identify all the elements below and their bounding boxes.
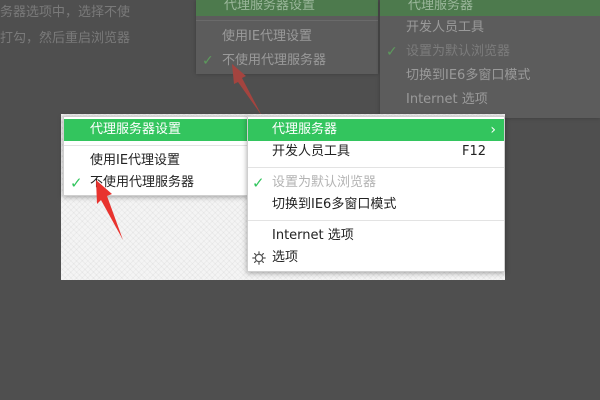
background-menu-item-ie6-mode: 切换到IE6多窗口模式 [380, 64, 600, 88]
menu-item-label: 开发人员工具 [272, 144, 351, 159]
menu-item-label: 代理服务器 [272, 122, 338, 137]
check-icon: ✓ [386, 44, 398, 60]
shortcut-label: F12 [461, 144, 486, 159]
check-icon: ✓ [202, 53, 214, 69]
background-menu-item-label: Internet 选项 [406, 92, 488, 107]
background-submenu-item-label: 使用IE代理设置 [222, 29, 313, 44]
chevron-right-icon: › [490, 122, 496, 138]
background-context-menu: 代理服务器 开发人员工具 ✓ 设置为默认浏览器 切换到IE6多窗口模式 Inte… [380, 0, 600, 118]
menu-item-label: Internet 选项 [272, 228, 354, 243]
menu-item-label: 选项 [272, 250, 299, 265]
menu-item-proxy-server[interactable]: 代理服务器 › [248, 119, 504, 141]
check-icon: ✓ [70, 174, 83, 192]
submenu-item-use-ie-proxy[interactable]: 使用IE代理设置 [64, 150, 248, 172]
menu-item-ie6-multiwindow[interactable]: 切换到IE6多窗口模式 [248, 194, 504, 216]
submenu-header[interactable]: 代理服务器设置 [64, 119, 248, 141]
background-menu-item-set-default: ✓ 设置为默认浏览器 [380, 40, 600, 64]
gear-icon [252, 251, 266, 265]
annotation-arrow-icon [96, 180, 123, 240]
background-menu-item-label: 切换到IE6多窗口模式 [406, 68, 531, 83]
proxy-submenu: 代理服务器设置 使用IE代理设置 ✓ 不使用代理服务器 [63, 116, 249, 196]
menu-item-dev-tools[interactable]: 开发人员工具 F12 [248, 141, 504, 163]
menu-item-label: 设置为默认浏览器 [272, 175, 377, 190]
background-text-line1: 务器选项中，选择不使 [0, 5, 131, 20]
background-menu-item-dev-tools: 开发人员工具 [380, 16, 600, 40]
submenu-item-label: 使用IE代理设置 [90, 153, 181, 168]
background-submenu: 代理服务器设置 使用IE代理设置 ✓ 不使用代理服务器 [196, 0, 378, 74]
background-submenu-item-ie-proxy: 使用IE代理设置 [196, 25, 378, 49]
divider [64, 145, 248, 146]
background-text: 务器选项中，选择不使 打勾，然后重启浏览器 [0, 0, 130, 52]
background-menu-item-label: 开发人员工具 [406, 20, 485, 35]
menu-item-internet-options[interactable]: Internet 选项 [248, 225, 504, 247]
background-submenu-item-no-proxy: ✓ 不使用代理服务器 [196, 49, 378, 73]
divider [248, 220, 504, 221]
menu-item-options[interactable]: 选项 [248, 247, 504, 269]
submenu-header-label: 代理服务器设置 [90, 122, 182, 137]
background-context-menu-header: 代理服务器 [380, 0, 600, 16]
background-menu-item-internet-options: Internet 选项 [380, 88, 600, 112]
divider [248, 167, 504, 168]
background-text-line2: 打勾，然后重启浏览器 [0, 31, 131, 46]
context-menu: 代理服务器 › 开发人员工具 F12 ✓ 设置为默认浏览器 切换到IE6多窗口模… [247, 116, 505, 272]
background-submenu-header: 代理服务器设置 [196, 0, 378, 16]
background-arrow-icon [232, 64, 262, 116]
background-menu-item-label: 设置为默认浏览器 [406, 44, 511, 59]
divider [196, 20, 378, 21]
check-icon: ✓ [252, 174, 265, 192]
menu-item-label: 切换到IE6多窗口模式 [272, 197, 397, 212]
menu-item-set-default-browser: ✓ 设置为默认浏览器 [248, 172, 504, 194]
